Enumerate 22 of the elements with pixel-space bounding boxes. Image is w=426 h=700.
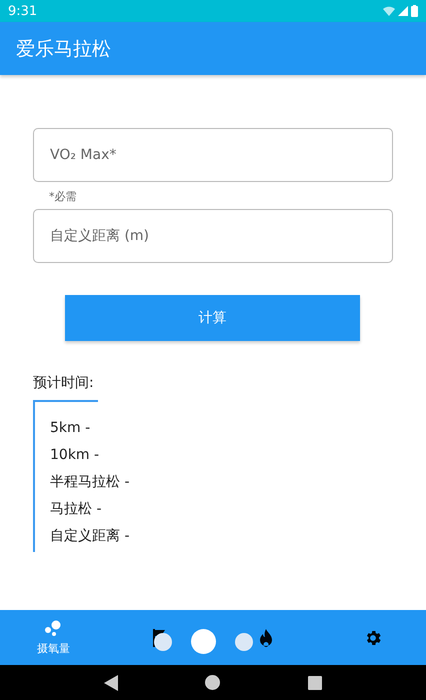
result-text: 半程马拉松 - bbox=[50, 473, 130, 492]
status-time: 9:31 bbox=[8, 4, 38, 18]
nav-item[interactable]: 摄氧量 bbox=[0, 610, 106, 665]
battery-icon bbox=[411, 5, 418, 17]
result-text: 马拉松 - bbox=[50, 500, 103, 519]
input-field[interactable]: 自定义距离 (m) bbox=[33, 209, 393, 263]
result-text: 10km - bbox=[50, 446, 100, 465]
app-title: 爱乐马拉松 bbox=[16, 36, 111, 62]
back-icon[interactable] bbox=[104, 674, 118, 690]
page-dot[interactable] bbox=[191, 629, 216, 654]
result-text: 自定义距离 - bbox=[50, 527, 130, 546]
recents-icon[interactable] bbox=[308, 676, 322, 690]
home-icon[interactable] bbox=[205, 675, 220, 690]
calculate-button[interactable]: 计算 bbox=[65, 295, 360, 341]
signal-icon bbox=[398, 6, 408, 16]
input-field[interactable]: VO₂ Max* bbox=[33, 128, 393, 182]
helper-text: *必需 bbox=[49, 189, 78, 205]
wifi-icon bbox=[383, 6, 395, 16]
page-dot[interactable] bbox=[154, 632, 172, 650]
results-title: 预计时间: bbox=[33, 374, 95, 392]
page-dot[interactable] bbox=[235, 632, 253, 650]
result-text: 5km - bbox=[50, 419, 92, 438]
